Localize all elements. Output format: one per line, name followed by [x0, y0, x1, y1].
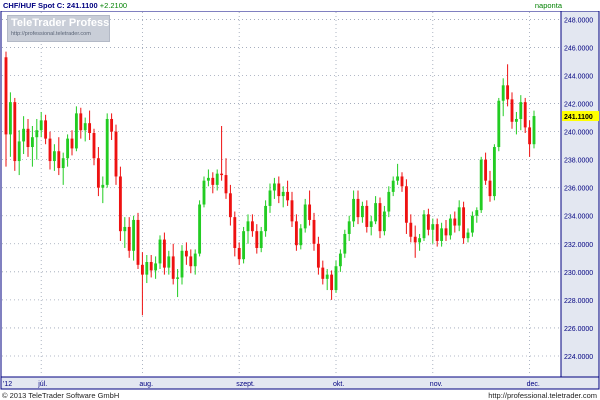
chart-frame: 224.0000 226.0000 228.0000 230.0000 232.0000…	[0, 0, 600, 400]
quote-summary: CHF/HUF Spot C: 241.1100 +2.2100	[3, 0, 127, 11]
period-label: naponta	[534, 1, 562, 10]
footer-link[interactable]: http://professional.teletrader.com	[488, 391, 597, 400]
y-tick-label: 246.0000	[564, 45, 593, 52]
y-tick-label: 234.0000	[564, 214, 593, 221]
brand-watermark: TeleTrader Professional http://professio…	[7, 15, 135, 42]
x-tick-label: '12	[3, 381, 12, 388]
symbol-label: CHF/HUF Spot	[3, 1, 55, 10]
y-tick-label: 228.0000	[564, 298, 593, 305]
candle	[479, 156, 483, 213]
candle	[492, 144, 496, 201]
x-tick-label: szept.	[236, 381, 255, 388]
candle	[198, 200, 202, 257]
candle	[13, 97, 17, 171]
y-tick-label: 240.0000	[564, 130, 593, 137]
candle	[136, 212, 140, 270]
x-tick-label: dec.	[527, 381, 540, 388]
candle	[462, 201, 466, 244]
copyright-text: © 2013 TeleTrader Software GmbH	[2, 391, 120, 400]
candle	[343, 229, 347, 258]
y-tick-label: 242.0000	[564, 102, 593, 109]
brand-url: http://professional.teletrader.com	[11, 31, 91, 37]
y-tick-label: 230.0000	[564, 270, 593, 277]
y-axis-panel	[560, 10, 600, 378]
x-tick-label: okt.	[333, 381, 344, 388]
y-tick-label: 226.0000	[564, 326, 593, 333]
y-tick-label: 248.0000	[564, 17, 593, 24]
y-tick-label: 244.0000	[564, 74, 593, 81]
close-label: C:	[56, 1, 65, 10]
y-tick-label: 236.0000	[564, 186, 593, 193]
y-tick-label: 238.0000	[564, 158, 593, 165]
close-value: 241.1100	[66, 1, 98, 10]
candle	[114, 124, 118, 185]
candle	[105, 113, 109, 188]
x-axis-panel	[0, 376, 600, 390]
change-value: +2.2100	[99, 1, 128, 10]
y-tick-label: 232.0000	[564, 242, 593, 249]
footer-bar: © 2013 TeleTrader Software GmbH http://p…	[0, 391, 600, 400]
plot-area	[0, 10, 562, 378]
brand-title: TeleTrader Professional	[11, 17, 135, 29]
candle	[497, 97, 501, 152]
last-price-marker: 241.1100	[562, 111, 599, 122]
candle	[118, 166, 122, 241]
x-tick-label: aug.	[139, 381, 153, 388]
x-tick-label: júl.	[37, 381, 47, 388]
candle	[202, 176, 206, 208]
chart-info-bar: CHF/HUF Spot C: 241.1100 +2.2100 naponta	[0, 0, 600, 11]
candle	[242, 226, 246, 264]
y-tick-label: 224.0000	[564, 354, 593, 361]
x-tick-label: nov.	[430, 381, 443, 388]
last-price-label: 241.1100	[564, 114, 593, 121]
candle	[422, 210, 426, 241]
candle	[532, 110, 536, 149]
